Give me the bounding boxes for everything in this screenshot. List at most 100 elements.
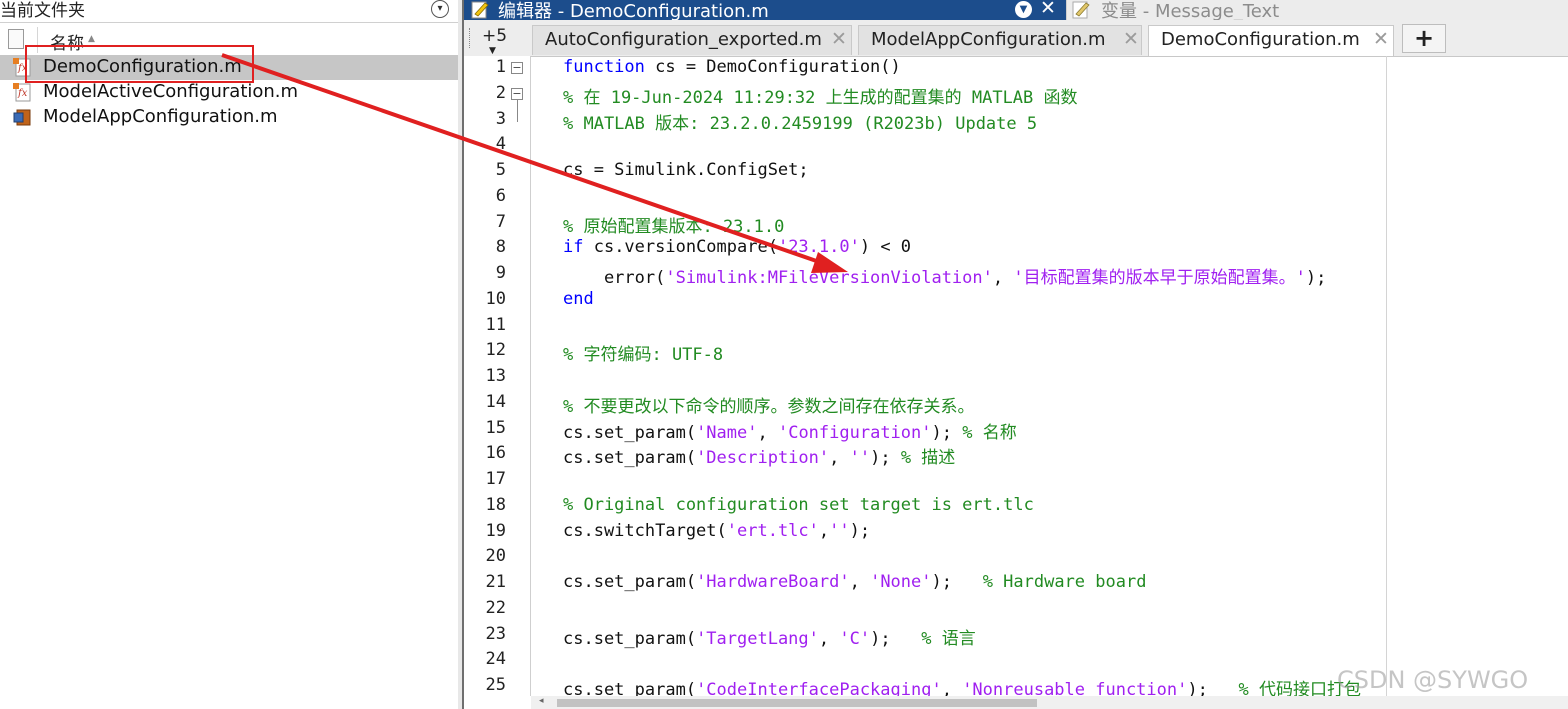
tab-label: AutoConfiguration_exported.m	[545, 29, 822, 50]
code-text: );	[1305, 268, 1327, 288]
code-comment: % Original configuration set target is e…	[563, 494, 1034, 515]
code-comment: % Hardware board	[982, 572, 1147, 592]
code-string: 'None'	[870, 572, 932, 592]
column-separator	[37, 27, 38, 53]
name-column-label[interactable]: 名称	[50, 29, 84, 54]
line-number: 2	[495, 82, 506, 103]
code-line[interactable]: function cs = DemoConfiguration()	[563, 57, 901, 77]
more-tabs-button[interactable]: +5	[482, 26, 507, 46]
line-number: 9	[495, 263, 506, 283]
code-line[interactable]: cs.switchTarget('ert.tlc','');	[563, 521, 870, 541]
code-line[interactable]: cs.set_param('HardwareBoard', 'None'); %…	[563, 572, 1146, 592]
code-text: ,	[818, 520, 830, 541]
code-comment: % MATLAB 版本: 23.2.0.2459199 (R2023b) Upd…	[563, 113, 1038, 134]
code-string: 'Configuration'	[777, 422, 932, 443]
tab-autoconfiguration-exported[interactable]: AutoConfiguration_exported.m ✕	[532, 25, 852, 55]
code-text: );	[870, 448, 901, 469]
line-number: 20	[485, 546, 506, 567]
fold-toggle-icon[interactable]: −	[511, 88, 523, 100]
code-line[interactable]: % Original configuration set target is e…	[563, 495, 1034, 515]
code-text: cs = Simulink.ConfigSet;	[563, 160, 809, 180]
close-tab-icon[interactable]: ✕	[831, 28, 847, 50]
code-line[interactable]: if cs.versionCompare('23.1.0') < 0	[563, 237, 911, 257]
tab-democonfiguration[interactable]: DemoConfiguration.m ✕	[1148, 25, 1394, 56]
code-string: '23.1.0'	[777, 237, 860, 258]
sort-ascending-icon: ▲	[88, 34, 95, 44]
code-text: ,	[818, 628, 840, 649]
code-comment: % 字符编码: UTF-8	[563, 345, 724, 366]
code-keyword: function	[563, 57, 645, 77]
line-number: 21	[485, 572, 506, 592]
add-tab-button[interactable]: +	[1402, 24, 1446, 53]
editor-menu-icon[interactable]: ▼	[1015, 1, 1032, 18]
code-text: );	[870, 628, 922, 649]
fold-toggle-icon[interactable]: −	[511, 62, 523, 74]
current-folder-title: 当前文件夹	[0, 1, 85, 21]
panel-menu-icon[interactable]: ▾	[431, 0, 449, 18]
code-line[interactable]: % 不要更改以下命令的顺序。参数之间存在依存关系。	[563, 392, 974, 417]
code-text: cs.set_param(	[563, 628, 697, 649]
tab-grip[interactable]	[469, 28, 472, 48]
file-row[interactable]: fx ModelActiveConfiguration.m	[0, 80, 458, 105]
line-number: 17	[485, 469, 506, 489]
fold-guide	[517, 100, 518, 122]
code-line[interactable]: error('Simulink:MFileVersionViolation', …	[563, 263, 1326, 288]
matlab-function-icon: fx	[13, 58, 31, 77]
code-line[interactable]: cs.set_param('Description', ''); % 描述	[563, 443, 955, 468]
line-number: 1	[495, 57, 506, 77]
line-number: 10	[485, 288, 506, 309]
editor-pencil-icon	[471, 1, 489, 19]
code-line[interactable]: cs.set_param('TargetLang', 'C'); % 语言	[563, 624, 976, 649]
code-string: 'C'	[839, 628, 871, 649]
line-number: 19	[485, 520, 506, 541]
matlab-class-icon	[13, 109, 31, 126]
code-string: 'Simulink:MFileVersionViolation'	[665, 268, 993, 288]
code-comment: % 名称	[962, 422, 1017, 443]
file-row[interactable]: fx DemoConfiguration.m	[0, 55, 458, 80]
code-line[interactable]: cs.set_param('Name', 'Configuration'); %…	[563, 418, 1017, 443]
code-comment: % 原始配置集版本: 23.1.0	[563, 216, 785, 237]
close-editor-icon[interactable]: ✕	[1040, 0, 1056, 19]
line-number: 24	[485, 649, 506, 670]
code-keyword: if	[563, 237, 584, 258]
code-text: cs = DemoConfiguration()	[644, 57, 901, 77]
code-line[interactable]: % MATLAB 版本: 23.2.0.2459199 (R2023b) Upd…	[563, 109, 1037, 134]
line-number: 12	[485, 340, 506, 361]
more-tabs-dropdown-icon[interactable]: ▼	[489, 46, 496, 56]
line-number: 23	[485, 623, 506, 644]
code-text: );	[931, 422, 963, 443]
tab-label: ModelAppConfiguration.m	[871, 29, 1106, 50]
code-line[interactable]: % 在 19-Jun-2024 11:29:32 上生成的配置集的 MATLAB…	[563, 83, 1078, 108]
code-string: '目标配置集的版本早于原始配置集。'	[1013, 268, 1306, 288]
horizontal-scrollbar[interactable]: ◂	[531, 696, 1568, 709]
editor-tab-bar: +5 ▼ AutoConfiguration_exported.m ✕ Mode…	[464, 20, 1568, 57]
code-line[interactable]: end	[563, 289, 594, 309]
variable-panel-titlebar[interactable]: 变量 - Message_Text	[1066, 0, 1568, 22]
line-number: 18	[485, 494, 506, 515]
svg-text:fx: fx	[17, 88, 28, 99]
file-column-header[interactable]: 名称 ▲	[0, 27, 458, 54]
code-string: ''	[829, 520, 850, 541]
code-text: cs.set_param(	[563, 422, 697, 443]
code-comment: % 不要更改以下命令的顺序。参数之间存在依存关系。	[563, 396, 975, 417]
code-string: 'ert.tlc'	[726, 520, 819, 541]
close-tab-icon[interactable]: ✕	[1373, 28, 1389, 50]
code-string: 'Name'	[696, 422, 758, 443]
line-number: 3	[495, 108, 506, 129]
code-line[interactable]: % 原始配置集版本: 23.1.0	[563, 212, 784, 237]
code-text: ,	[757, 422, 778, 443]
gutter-divider	[530, 56, 531, 696]
file-type-icon	[8, 29, 24, 49]
file-name: ModelActiveConfiguration.m	[43, 81, 299, 102]
matlab-function-icon: fx	[13, 83, 31, 102]
code-line[interactable]: cs = Simulink.ConfigSet;	[563, 160, 809, 180]
tab-label: DemoConfiguration.m	[1161, 29, 1360, 50]
code-string: ''	[849, 448, 871, 469]
close-tab-icon[interactable]: ✕	[1123, 28, 1139, 50]
scrollbar-thumb[interactable]	[557, 699, 1037, 707]
file-row[interactable]: ModelAppConfiguration.m	[0, 105, 458, 130]
scroll-left-icon[interactable]: ◂	[539, 696, 544, 706]
tab-modelappconfiguration[interactable]: ModelAppConfiguration.m ✕	[858, 25, 1142, 55]
code-line[interactable]: % 字符编码: UTF-8	[563, 340, 723, 365]
variable-editor-icon	[1072, 1, 1090, 19]
